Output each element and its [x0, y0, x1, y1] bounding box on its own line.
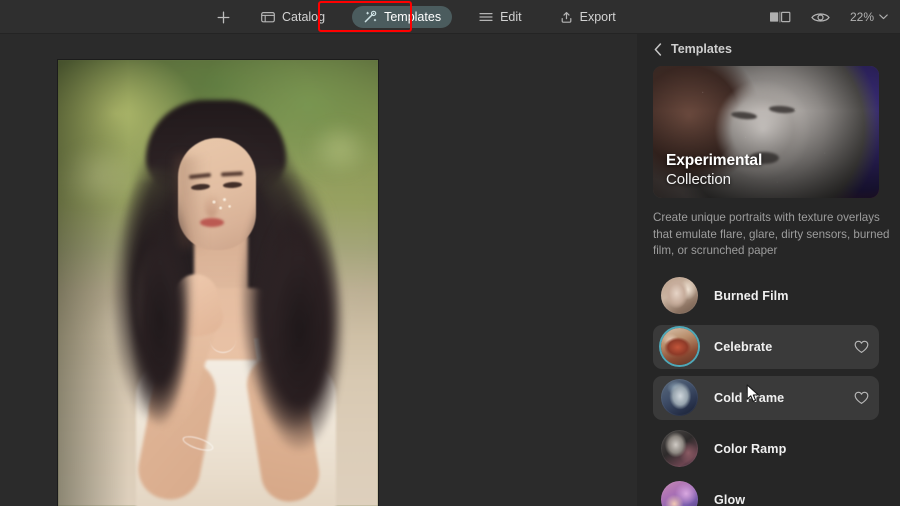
catalog-icon	[261, 11, 275, 23]
banner-title-bold: Experimental	[666, 152, 763, 169]
tab-export[interactable]: Export	[549, 6, 627, 28]
chevron-down-icon	[879, 14, 888, 20]
template-thumbnail	[661, 328, 698, 365]
template-list: Burned Film Celebrate Cold Frame Color R…	[637, 274, 900, 506]
list-item-burned-film[interactable]: Burned Film	[653, 274, 879, 318]
split-compare-icon[interactable]	[769, 11, 791, 23]
favorite-button[interactable]	[854, 391, 869, 405]
templates-wand-icon	[363, 10, 377, 24]
template-thumbnail	[661, 481, 698, 506]
template-thumbnail	[661, 277, 698, 314]
photo-soft-glow	[58, 60, 378, 506]
plus-icon	[217, 11, 229, 23]
edit-sliders-icon	[479, 11, 493, 23]
chevron-left-icon[interactable]	[654, 42, 662, 56]
list-item-color-ramp[interactable]: Color Ramp	[653, 427, 879, 471]
tab-catalog-label: Catalog	[282, 9, 326, 24]
heart-outline-icon	[854, 340, 869, 353]
add-button[interactable]	[210, 6, 236, 28]
banner-title-light: Collection	[666, 171, 731, 188]
app-window: Catalog Templates Edit Export 22% Templa…	[0, 0, 900, 506]
main-photo[interactable]	[58, 60, 378, 506]
panel-title: Templates	[671, 42, 732, 56]
canvas-area[interactable]	[0, 34, 637, 506]
tab-templates-label: Templates	[384, 9, 442, 24]
list-item-cold-frame[interactable]: Cold Frame	[653, 375, 879, 420]
template-name: Celebrate	[714, 339, 773, 354]
template-name: Burned Film	[714, 288, 789, 303]
template-name: Color Ramp	[714, 441, 787, 456]
toolbar-mode-group: Catalog Templates Edit Export	[210, 0, 627, 34]
tab-edit[interactable]: Edit	[468, 6, 533, 28]
panel-header: Templates	[637, 34, 900, 64]
favorite-button[interactable]	[854, 340, 869, 354]
tab-templates[interactable]: Templates	[352, 6, 453, 28]
list-item-celebrate[interactable]: Celebrate	[653, 324, 879, 369]
zoom-control[interactable]: 22%	[850, 10, 888, 24]
template-thumbnail	[661, 379, 698, 416]
export-upload-icon	[560, 11, 573, 24]
zoom-value: 22%	[849, 10, 874, 24]
toolbar-right-group: 22%	[769, 0, 888, 34]
eye-icon[interactable]	[811, 11, 830, 24]
list-item-glow[interactable]: Glow	[653, 478, 879, 506]
tab-catalog[interactable]: Catalog	[250, 6, 336, 28]
tab-export-label: Export	[579, 9, 616, 24]
template-thumbnail	[661, 430, 698, 467]
template-name: Glow	[714, 492, 746, 506]
banner-text-block: Experimental Collection	[666, 152, 762, 189]
templates-panel: Templates Experimental Collection Create…	[637, 34, 900, 506]
top-toolbar: Catalog Templates Edit Export 22%	[0, 0, 900, 34]
collection-description: Create unique portraits with texture ove…	[653, 211, 890, 257]
heart-outline-icon	[854, 391, 869, 404]
collection-banner[interactable]: Experimental Collection	[653, 66, 879, 198]
tab-edit-label: Edit	[500, 9, 522, 24]
template-name: Cold Frame	[714, 390, 785, 405]
